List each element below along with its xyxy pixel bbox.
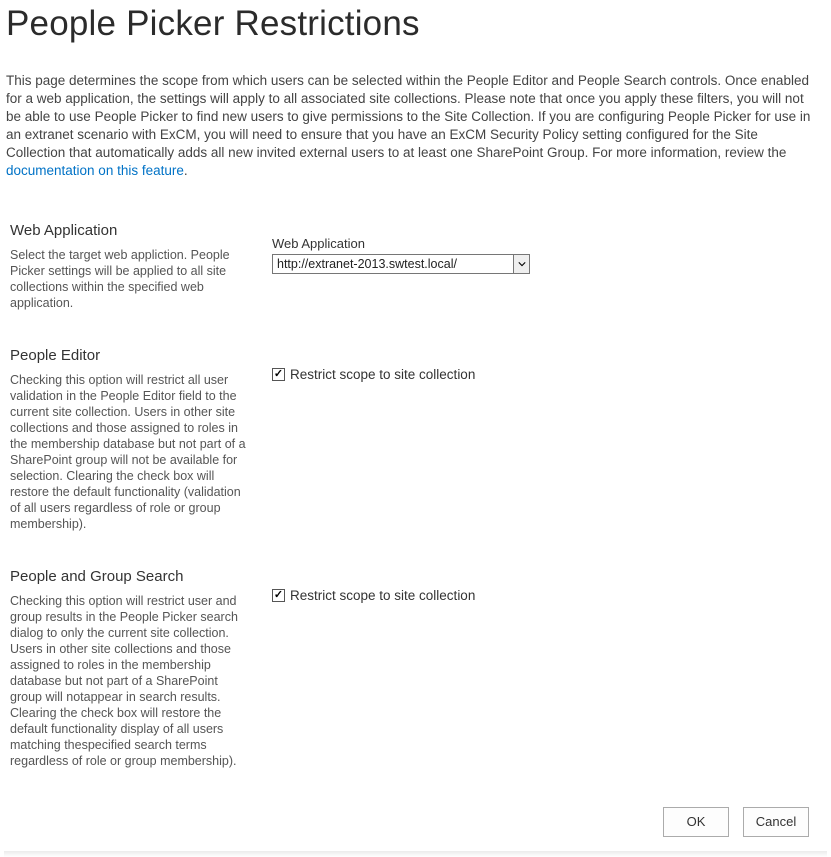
web-app-heading: Web Application <box>10 222 246 239</box>
people-search-restrict-row: Restrict scope to site collection <box>272 588 817 603</box>
people-search-heading: People and Group Search <box>10 568 246 585</box>
people-editor-heading: People Editor <box>10 347 246 364</box>
page-title: People Picker Restrictions <box>6 4 817 44</box>
ok-button[interactable]: OK <box>663 807 729 837</box>
intro-prefix: This page determines the scope from whic… <box>6 73 810 160</box>
button-row: OK Cancel <box>6 807 817 837</box>
cancel-button[interactable]: Cancel <box>743 807 809 837</box>
people-search-restrict-checkbox[interactable] <box>272 589 285 602</box>
intro-text: This page determines the scope from whic… <box>6 72 817 180</box>
web-app-field-label: Web Application <box>272 236 817 251</box>
documentation-link[interactable]: documentation on this feature <box>6 163 184 178</box>
intro-suffix: . <box>184 163 188 178</box>
web-app-description: Select the target web appliction. People… <box>10 247 246 311</box>
people-editor-restrict-row: Restrict scope to site collection <box>272 367 817 382</box>
section-people-search: People and Group Search Checking this op… <box>6 568 817 769</box>
section-web-application: Web Application Select the target web ap… <box>6 222 817 311</box>
page-root: People Picker Restrictions This page det… <box>0 4 831 857</box>
people-editor-description: Checking this option will restrict all u… <box>10 372 246 532</box>
chevron-down-icon <box>513 255 529 273</box>
section-people-editor: People Editor Checking this option will … <box>6 347 817 532</box>
people-editor-restrict-label: Restrict scope to site collection <box>290 367 475 382</box>
people-editor-restrict-checkbox[interactable] <box>272 368 285 381</box>
web-app-select-value: http://extranet-2013.swtest.local/ <box>277 257 511 271</box>
people-search-restrict-label: Restrict scope to site collection <box>290 588 475 603</box>
page-shadow <box>4 851 827 857</box>
people-search-description: Checking this option will restrict user … <box>10 593 246 769</box>
web-app-select[interactable]: http://extranet-2013.swtest.local/ <box>272 254 530 274</box>
